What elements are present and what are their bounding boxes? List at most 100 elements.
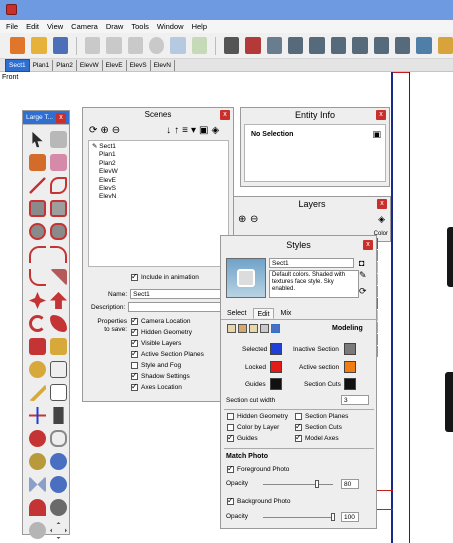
follow-me-icon[interactable] bbox=[50, 315, 67, 332]
pan-icon[interactable] bbox=[50, 430, 67, 447]
view-options-icon[interactable]: ≡ bbox=[182, 125, 188, 136]
refresh-style-icon[interactable]: ⟳ bbox=[359, 286, 367, 297]
property-row[interactable]: Style and Fog bbox=[131, 362, 181, 369]
make-component-icon[interactable] bbox=[50, 131, 67, 148]
property-checkbox[interactable] bbox=[131, 382, 138, 391]
rotate-icon[interactable] bbox=[29, 315, 46, 332]
model-axes-checkbox[interactable] bbox=[295, 433, 302, 442]
section-planes-checkbox[interactable] bbox=[295, 413, 302, 420]
list-item[interactable]: ElevS bbox=[92, 185, 225, 193]
front-view-icon[interactable] bbox=[330, 37, 347, 54]
guides-color-swatch[interactable] bbox=[270, 378, 282, 390]
hidden-geometry-row[interactable]: Hidden Geometry bbox=[227, 413, 288, 420]
scene-tab-elevs[interactable]: ElevS bbox=[127, 59, 151, 71]
circle-icon[interactable] bbox=[29, 223, 46, 240]
property-row[interactable]: Shadow Settings bbox=[131, 371, 190, 380]
copy-icon[interactable] bbox=[106, 37, 122, 54]
orbit-icon[interactable] bbox=[29, 430, 46, 447]
new-icon[interactable] bbox=[10, 37, 26, 54]
tape-measure-icon[interactable] bbox=[29, 361, 46, 378]
scene-tab-sect1[interactable]: Sect1 bbox=[5, 58, 30, 72]
hidden-geometry-checkbox[interactable] bbox=[227, 413, 234, 420]
scene-tab-elevw[interactable]: ElevW bbox=[77, 59, 103, 71]
eraser-icon[interactable] bbox=[50, 154, 67, 171]
scene-name-input[interactable]: Sect1 bbox=[130, 289, 226, 299]
back-view-icon[interactable] bbox=[373, 37, 389, 54]
property-checkbox[interactable] bbox=[131, 371, 138, 380]
include-animation-checkbox[interactable] bbox=[131, 272, 138, 281]
slider-knob[interactable] bbox=[331, 513, 335, 521]
three-point-arc-icon[interactable] bbox=[29, 269, 46, 286]
background-opacity-input[interactable]: 100 bbox=[341, 512, 359, 522]
position-camera-icon[interactable] bbox=[29, 499, 46, 516]
slider-knob[interactable] bbox=[315, 480, 319, 488]
guides-checkbox[interactable] bbox=[227, 433, 234, 442]
refresh-icon[interactable]: ⟳ bbox=[89, 125, 97, 136]
text-icon[interactable] bbox=[50, 384, 67, 401]
add-scene-icon[interactable]: ⊕ bbox=[100, 125, 108, 136]
menu-tools[interactable]: Tools bbox=[131, 22, 149, 31]
move-scene-up-icon[interactable]: ↑ bbox=[174, 125, 179, 136]
redo-icon[interactable] bbox=[191, 37, 208, 54]
model-axes-row[interactable]: Model Axes bbox=[295, 433, 339, 442]
details-toggle-icon[interactable]: ▣ bbox=[372, 129, 381, 140]
scale-icon[interactable] bbox=[29, 338, 46, 355]
selected-color-swatch[interactable] bbox=[270, 343, 282, 355]
list-item[interactable]: ElevW bbox=[92, 168, 225, 176]
property-checkbox[interactable] bbox=[131, 316, 138, 325]
component-icon[interactable] bbox=[266, 37, 283, 54]
section-cuts-row[interactable]: Section Cuts bbox=[295, 422, 342, 431]
background-opacity-slider[interactable] bbox=[263, 517, 333, 518]
menu-camera[interactable]: Camera bbox=[71, 22, 98, 31]
property-checkbox[interactable] bbox=[131, 327, 138, 336]
erase-icon[interactable] bbox=[149, 37, 165, 54]
undo-icon[interactable] bbox=[170, 37, 186, 54]
close-icon[interactable]: x bbox=[377, 199, 387, 209]
menu-help[interactable]: Help bbox=[192, 22, 207, 31]
active-section-color-swatch[interactable] bbox=[344, 361, 356, 373]
wireframe-icon[interactable] bbox=[437, 37, 453, 54]
details-icon[interactable]: ▾ bbox=[191, 125, 196, 136]
menu-edit[interactable]: Edit bbox=[26, 22, 39, 31]
list-item[interactable]: Plan1 bbox=[92, 151, 225, 159]
3d-text-icon[interactable] bbox=[53, 407, 64, 424]
include-animation-row[interactable]: Include in animation bbox=[131, 272, 199, 281]
two-point-arc-icon[interactable] bbox=[50, 246, 67, 263]
property-row[interactable]: Axes Location bbox=[131, 382, 182, 391]
create-style-icon[interactable]: ◘ bbox=[359, 258, 364, 268]
move-scene-down-icon[interactable]: ↓ bbox=[166, 125, 171, 136]
print-icon[interactable] bbox=[224, 37, 240, 54]
list-item[interactable]: ElevN bbox=[92, 193, 225, 201]
edge-settings-icon[interactable] bbox=[227, 324, 236, 333]
rectangle-icon[interactable] bbox=[29, 200, 46, 217]
foreground-photo-row[interactable]: Foreground Photo bbox=[227, 464, 289, 473]
scenes-title[interactable]: Scenes x bbox=[83, 108, 233, 122]
remove-layer-icon[interactable]: ⊖ bbox=[250, 214, 258, 225]
property-checkbox[interactable] bbox=[131, 338, 138, 347]
tab-select[interactable]: Select bbox=[224, 308, 249, 319]
list-item[interactable]: ✎ Sect1 bbox=[92, 143, 225, 151]
foreground-photo-checkbox[interactable] bbox=[227, 464, 234, 473]
zoom-icon[interactable] bbox=[29, 453, 46, 470]
menu-file[interactable]: File bbox=[6, 22, 18, 31]
iso-view-icon[interactable] bbox=[288, 37, 304, 54]
close-icon[interactable]: x bbox=[376, 110, 386, 120]
arc-icon[interactable] bbox=[29, 246, 46, 263]
scene-tab-elevn[interactable]: ElevN bbox=[151, 59, 175, 71]
entity-info-title[interactable]: Entity Info x bbox=[241, 108, 389, 122]
cut-icon[interactable] bbox=[84, 37, 101, 54]
property-row[interactable]: Active Section Planes bbox=[131, 349, 204, 358]
select-icon[interactable] bbox=[32, 131, 43, 148]
color-by-layer-checkbox[interactable] bbox=[227, 424, 234, 431]
zoom-extents-icon[interactable] bbox=[29, 476, 46, 493]
style-thumbnail[interactable] bbox=[226, 258, 266, 298]
list-item[interactable]: Plan2 bbox=[92, 160, 225, 168]
section-planes-row[interactable]: Section Planes bbox=[295, 413, 348, 420]
foreground-opacity-slider[interactable] bbox=[263, 484, 333, 485]
right-view-icon[interactable] bbox=[352, 37, 368, 54]
hide-details-icon[interactable]: ◈ bbox=[212, 125, 220, 136]
scene-tab-plan2[interactable]: Plan2 bbox=[53, 59, 77, 71]
xray-icon[interactable] bbox=[416, 37, 432, 54]
paint-bucket-icon[interactable] bbox=[29, 154, 46, 171]
close-icon[interactable]: x bbox=[56, 113, 66, 123]
